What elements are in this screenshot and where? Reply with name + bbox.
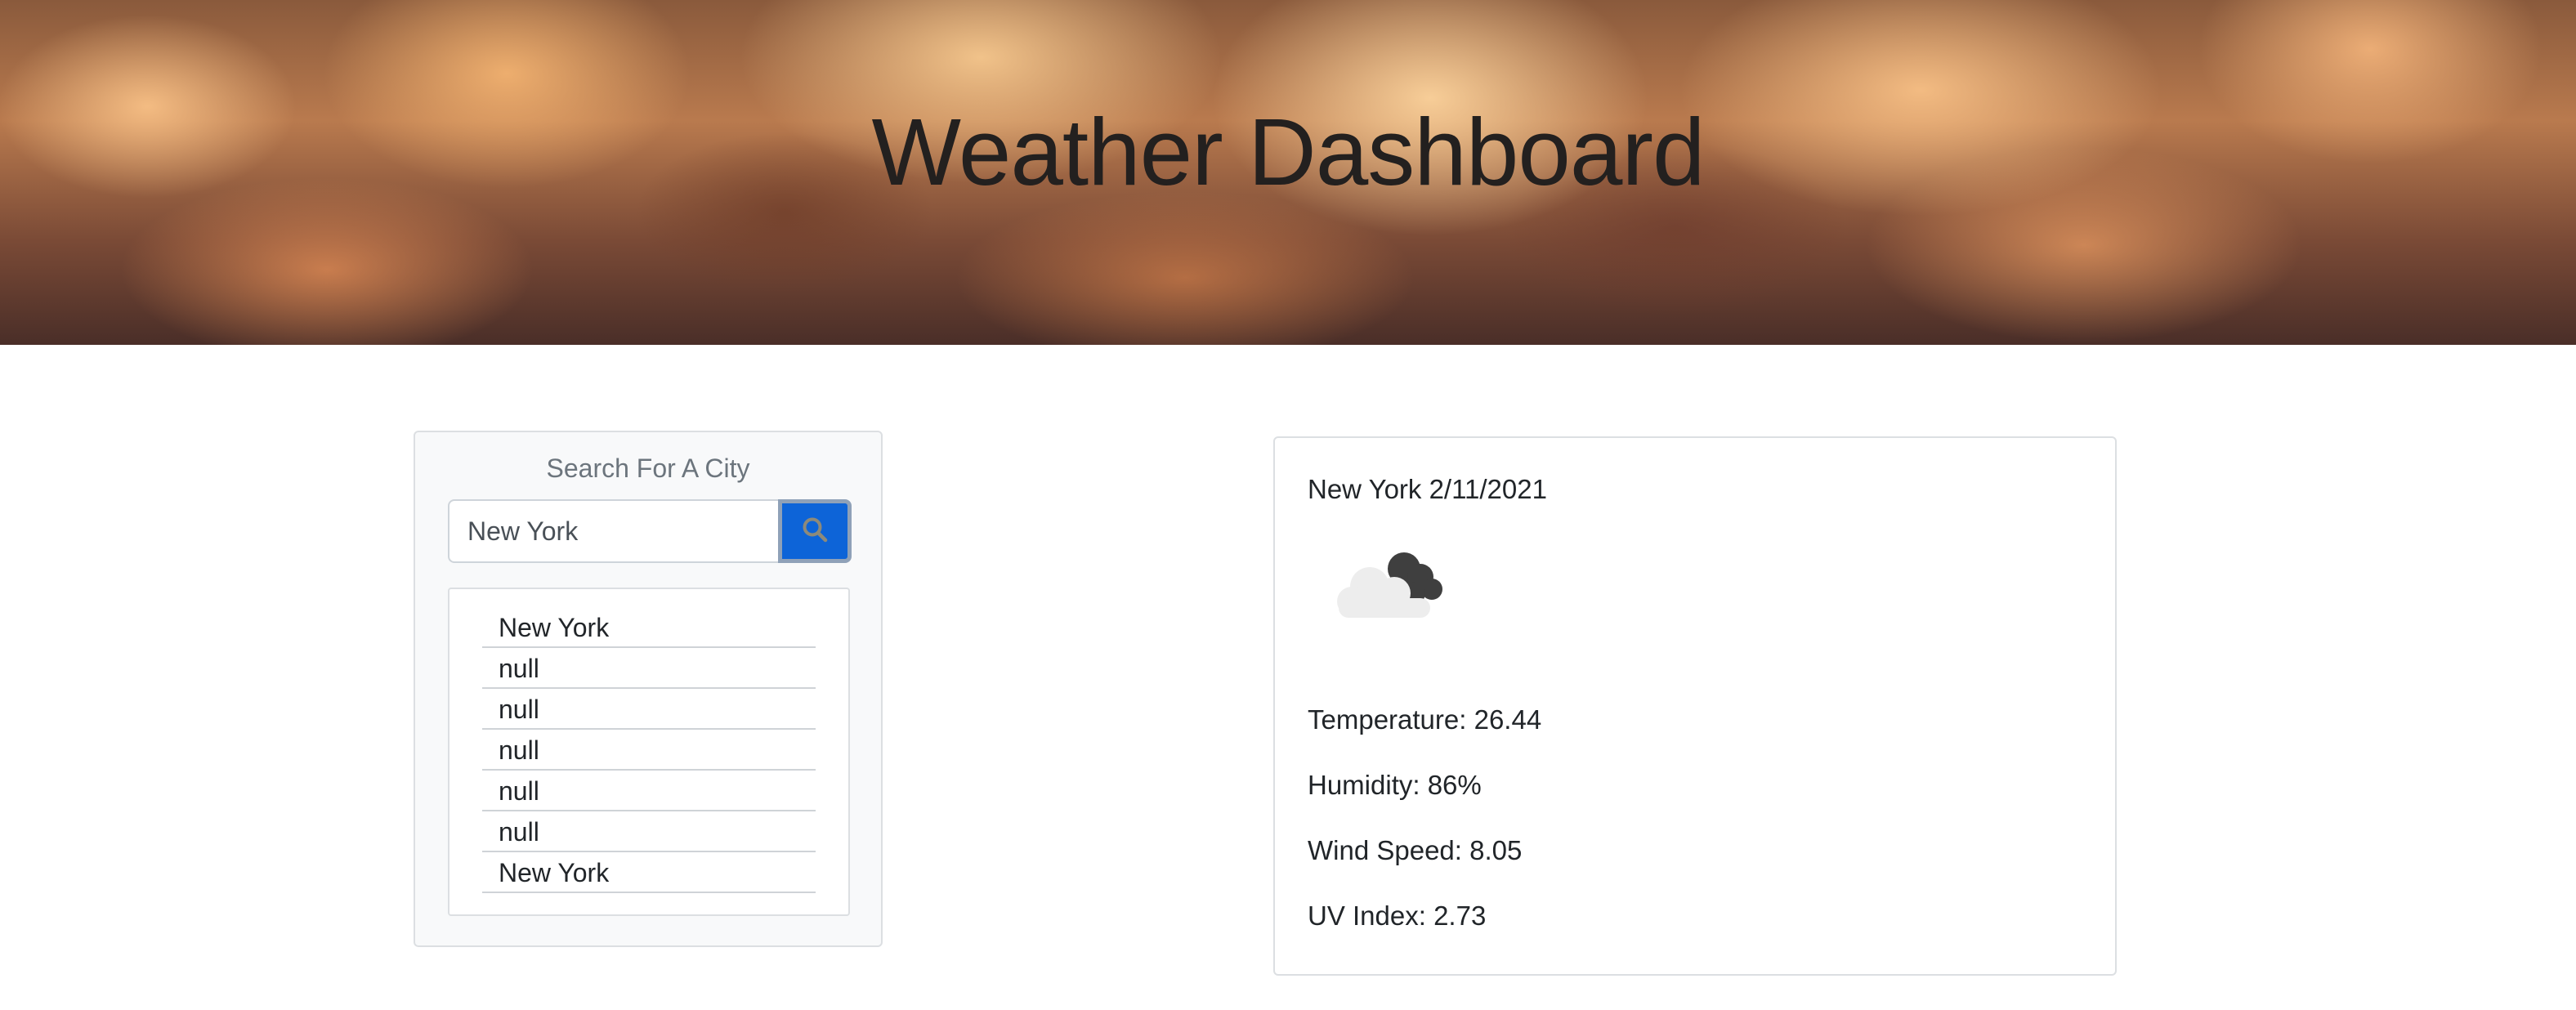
temperature-text: Temperature: 26.44 — [1308, 704, 1542, 735]
search-button[interactable] — [778, 499, 852, 563]
search-history: New York null null null null null New Yo… — [448, 588, 850, 916]
humidity-text: Humidity: 86% — [1308, 770, 1482, 800]
city-date-heading: New York 2/11/2021 — [1308, 474, 1547, 504]
search-icon — [801, 516, 829, 547]
city-search-input[interactable] — [448, 499, 780, 563]
search-group — [448, 499, 853, 563]
history-item[interactable]: null — [482, 648, 816, 689]
history-list: New York null null null null null New Yo… — [482, 607, 816, 893]
history-item[interactable]: null — [482, 730, 816, 771]
uv-index-text: UV Index: 2.73 — [1308, 901, 1487, 931]
page-title: Weather Dashboard — [871, 99, 1705, 205]
history-item[interactable]: New York — [482, 852, 816, 893]
current-weather-card: New York 2/11/2021 Temperature: 26.44 Hu… — [1273, 436, 2117, 976]
search-heading: Search For A City — [546, 454, 750, 483]
history-item[interactable]: null — [482, 771, 816, 811]
wind-speed-text: Wind Speed: 8.05 — [1308, 835, 1523, 865]
history-item[interactable]: null — [482, 689, 816, 730]
history-item[interactable]: New York — [482, 607, 816, 648]
partly-cloudy-icon — [1329, 544, 1450, 624]
header-banner: Weather Dashboard — [0, 0, 2576, 345]
history-item[interactable]: null — [482, 811, 816, 852]
search-panel: Search For A City New York null null nul… — [414, 431, 883, 947]
